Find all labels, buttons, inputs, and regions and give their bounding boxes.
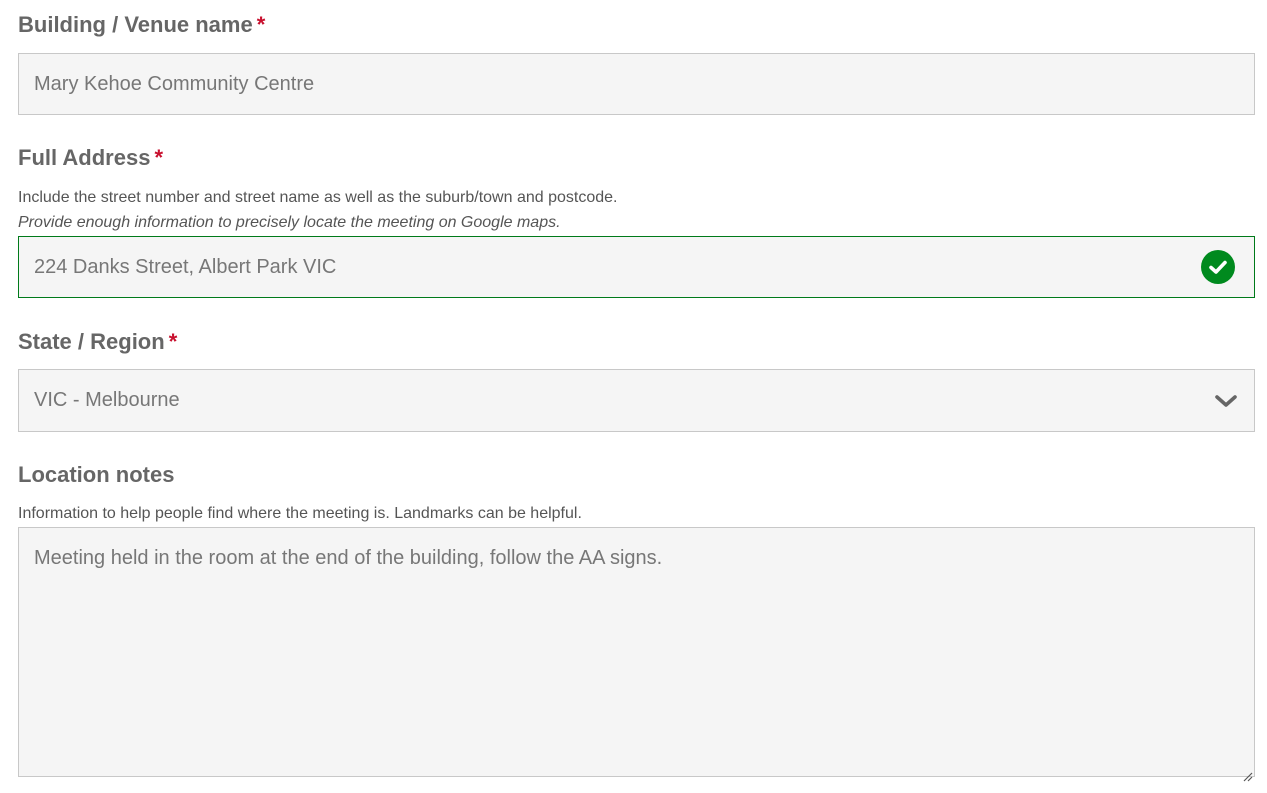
location-notes-value: Meeting held in the room at the end of t…: [34, 547, 663, 569]
full-address-label: Full Address *: [18, 145, 163, 171]
venue-name-label-text: Building / Venue name: [18, 12, 253, 37]
state-region-label: State / Region *: [18, 329, 177, 355]
chevron-down-icon[interactable]: [1213, 388, 1239, 414]
venue-name-value: Mary Kehoe Community Centre: [34, 72, 315, 95]
check-circle-icon: [1201, 250, 1235, 284]
address-help-text: Include the street number and street nam…: [18, 189, 618, 206]
venue-name-label: Building / Venue name *: [18, 12, 265, 38]
required-marker: *: [168, 329, 178, 354]
location-notes-textarea[interactable]: Meeting held in the room at the end of t…: [18, 527, 1255, 782]
location-notes-label: Location notes: [18, 462, 175, 487]
venue-name-input[interactable]: Mary Kehoe Community Centre: [18, 53, 1255, 115]
full-address-label-text: Full Address: [18, 145, 151, 170]
full-address-value: 224 Danks Street, Albert Park VIC: [34, 255, 337, 278]
required-marker: *: [154, 145, 163, 170]
state-region-label-text: State / Region: [18, 329, 165, 354]
required-marker: *: [256, 12, 266, 37]
resize-handle-icon[interactable]: [1241, 763, 1253, 782]
location-notes-help: Information to help people find where th…: [18, 505, 582, 522]
full-address-input[interactable]: 224 Danks Street, Albert Park VIC: [18, 236, 1255, 298]
state-region-select[interactable]: VIC - Melbourne: [18, 369, 1255, 432]
venue-form: Building / Venue name * Mary Kehoe Commun…: [0, 0, 1267, 793]
state-region-selected-value: VIC - Melbourne: [34, 389, 180, 411]
address-help-note: Provide enough information to precisely …: [18, 214, 561, 231]
